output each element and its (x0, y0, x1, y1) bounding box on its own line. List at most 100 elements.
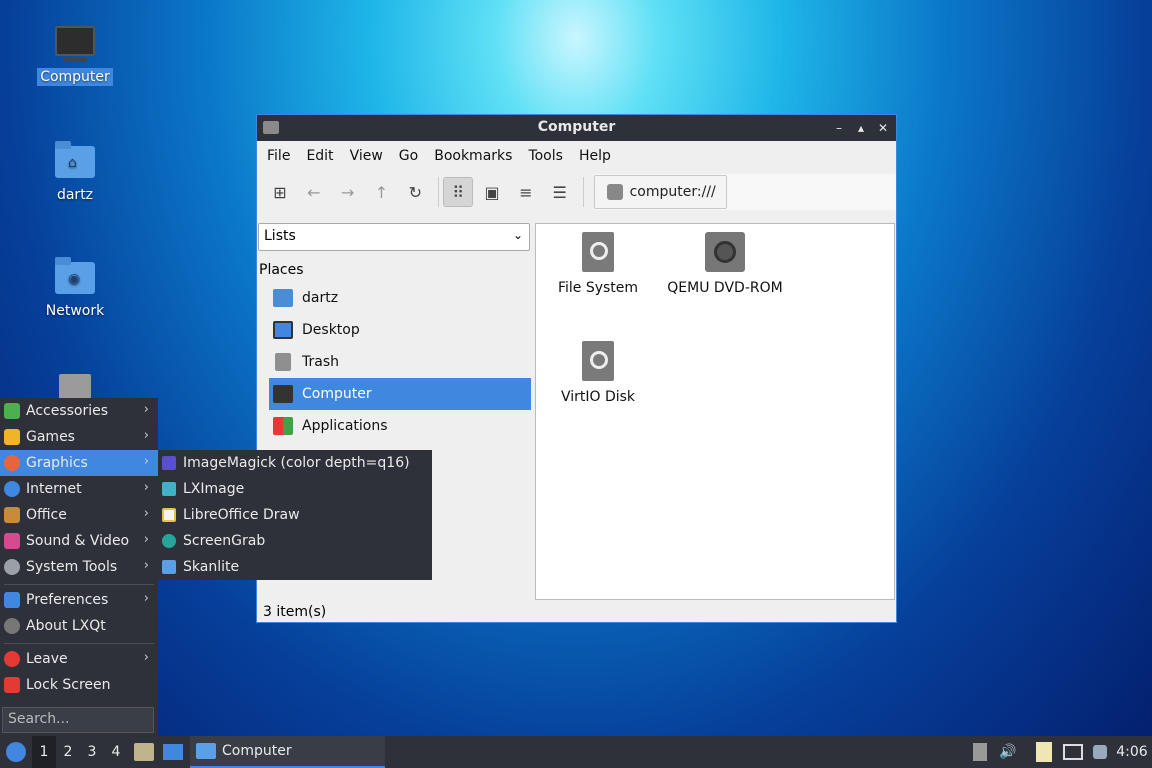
taskbar: 1 2 3 4 Computer 🔊 4:06 (0, 736, 1152, 768)
submenu-item-lximage[interactable]: LXImage (158, 476, 432, 502)
screengrab-icon (162, 534, 176, 548)
window-title: Computer (537, 119, 616, 135)
detailed-list-icon[interactable]: ☰ (545, 177, 575, 207)
menu-item-system-tools[interactable]: System Tools › (0, 554, 158, 580)
thumbnail-view-icon[interactable]: ▣ (477, 177, 507, 207)
menu-item-label: Leave (26, 651, 68, 667)
place-item-computer[interactable]: Computer (269, 378, 531, 410)
workspace-1-button[interactable]: 1 (32, 736, 56, 768)
taskbar-window-label: Computer (222, 743, 292, 759)
menu-edit[interactable]: Edit (298, 148, 341, 164)
submenu-item-skanlite[interactable]: Skanlite (158, 554, 432, 580)
toolbar: ⊞ ← → ↑ ↻ ⠿ ▣ ≡ ☰ computer:/// (257, 171, 897, 213)
file-view[interactable]: File System QEMU DVD-ROM VirtIO Disk (535, 223, 895, 600)
workspace-4-button[interactable]: 4 (104, 736, 128, 768)
file-item-label: File System (557, 280, 639, 296)
menu-file[interactable]: File (259, 148, 298, 164)
file-item-label: VirtIO Disk (560, 389, 636, 405)
chevron-right-icon: › (143, 428, 149, 443)
toolbar-separator (438, 177, 440, 207)
icon-view-icon[interactable]: ⠿ (443, 177, 474, 207)
path-bar: computer:/// (593, 174, 897, 210)
lximage-icon (162, 482, 176, 496)
place-label: Computer (302, 386, 372, 402)
file-item-label: QEMU DVD-ROM (667, 280, 783, 296)
multimedia-icon (4, 533, 20, 549)
menu-item-lock-screen[interactable]: Lock Screen (0, 672, 158, 698)
place-item-applications[interactable]: Applications (269, 410, 531, 442)
file-manager-launcher[interactable] (132, 736, 156, 768)
notification-icon[interactable] (1088, 736, 1112, 768)
submenu-item-screengrab[interactable]: ScreenGrab (158, 528, 432, 554)
minimize-button[interactable]: – (830, 119, 848, 137)
start-menu-button[interactable] (2, 736, 30, 768)
menu-item-label: Graphics (26, 455, 88, 471)
menu-bookmarks[interactable]: Bookmarks (426, 148, 520, 164)
clock[interactable]: 4:06 (1112, 736, 1152, 768)
chevron-right-icon: › (143, 480, 149, 495)
menu-item-leave[interactable]: Leave › (0, 646, 158, 672)
file-item-file-system[interactable]: File System (533, 232, 663, 296)
submenu-item-label: Skanlite (183, 559, 240, 575)
workspace-2-button[interactable]: 2 (56, 736, 80, 768)
clipboard-icon[interactable] (1032, 736, 1056, 768)
show-desktop-button[interactable] (160, 736, 186, 768)
window-titlebar[interactable]: Computer – ▴ ✕ (257, 115, 896, 141)
menu-tools[interactable]: Tools (520, 148, 571, 164)
reload-icon[interactable]: ↻ (400, 177, 430, 207)
side-pane-mode-value: Lists (264, 228, 296, 244)
menu-item-label: Sound & Video (26, 533, 130, 549)
accessories-icon (4, 403, 20, 419)
menu-item-internet[interactable]: Internet › (0, 476, 158, 502)
menu-view[interactable]: View (342, 148, 391, 164)
menu-help[interactable]: Help (571, 148, 619, 164)
menu-item-label: Accessories (26, 403, 109, 419)
menu-item-about[interactable]: About LXQt (0, 613, 158, 639)
chevron-right-icon: › (143, 558, 149, 573)
desktop-icon-computer[interactable]: Computer (25, 22, 125, 86)
side-pane-mode-select[interactable]: Lists ⌄ (258, 223, 530, 251)
back-icon[interactable]: ← (299, 177, 329, 207)
menubar: File Edit View Go Bookmarks Tools Help (257, 141, 896, 171)
menu-separator (4, 584, 154, 585)
libreoffice-draw-icon (162, 508, 176, 522)
applications-icon (273, 417, 293, 435)
file-item-dvd-rom[interactable]: QEMU DVD-ROM (660, 232, 790, 296)
network-status-icon[interactable] (1060, 736, 1086, 768)
menu-item-accessories[interactable]: Accessories › (0, 398, 158, 424)
menu-item-games[interactable]: Games › (0, 424, 158, 450)
compact-view-icon[interactable]: ≡ (511, 177, 541, 207)
close-button[interactable]: ✕ (874, 119, 892, 137)
submenu-item-imagemagick[interactable]: ImageMagick (color depth=q16) (158, 450, 432, 476)
menu-item-graphics[interactable]: Graphics › (0, 450, 158, 476)
menu-item-label: Office (26, 507, 67, 523)
file-item-virtio-disk[interactable]: VirtIO Disk (533, 341, 663, 405)
volume-icon[interactable]: 🔊 (996, 736, 1020, 768)
menu-search-input[interactable]: Search... (2, 707, 154, 733)
graphics-submenu: ImageMagick (color depth=q16) LXImage Li… (158, 450, 432, 580)
place-item-dartz[interactable]: dartz (269, 282, 531, 314)
submenu-item-label: ScreenGrab (183, 533, 266, 549)
menu-item-sound-video[interactable]: Sound & Video › (0, 528, 158, 554)
games-icon (4, 429, 20, 445)
menu-item-label: Games (26, 429, 75, 445)
folder-icon (196, 743, 216, 759)
show-desktop-icon (163, 744, 183, 760)
place-item-trash[interactable]: Trash (269, 346, 531, 378)
menu-item-preferences[interactable]: Preferences › (0, 587, 158, 613)
up-icon[interactable]: ↑ (367, 177, 397, 207)
desktop-icon-home[interactable]: ⌂ dartz (25, 140, 125, 204)
desktop-icon-network[interactable]: ◉ Network (25, 256, 125, 320)
new-tab-icon[interactable]: ⊞ (265, 177, 295, 207)
submenu-item-libreoffice-draw[interactable]: LibreOffice Draw (158, 502, 432, 528)
path-crumb-computer[interactable]: computer:/// (593, 175, 727, 209)
home-folder-icon: ⌂ (53, 140, 97, 180)
menu-go[interactable]: Go (391, 148, 426, 164)
maximize-button[interactable]: ▴ (852, 119, 870, 137)
menu-item-office[interactable]: Office › (0, 502, 158, 528)
taskbar-window-computer[interactable]: Computer (190, 736, 385, 768)
workspace-3-button[interactable]: 3 (80, 736, 104, 768)
place-item-desktop[interactable]: Desktop (269, 314, 531, 346)
forward-icon[interactable]: → (333, 177, 363, 207)
removable-media-icon[interactable] (968, 736, 992, 768)
